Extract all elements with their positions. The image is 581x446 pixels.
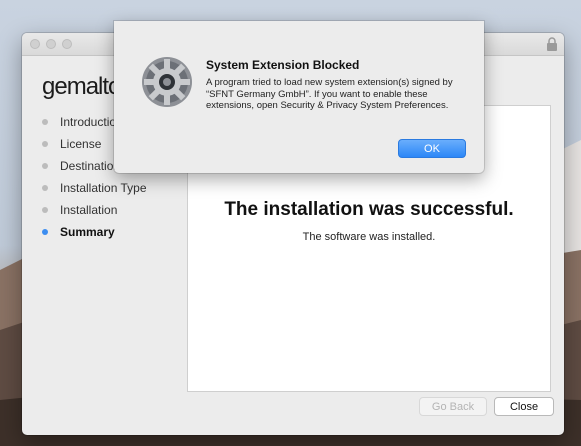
close-window-button[interactable]: [30, 39, 40, 49]
success-title: The installation was successful.: [224, 199, 514, 220]
step-dot-icon: [42, 119, 48, 125]
step-dot-icon: [42, 141, 48, 147]
alert-title: System Extension Blocked: [206, 58, 360, 72]
close-button[interactable]: Close: [494, 397, 554, 416]
go-back-button[interactable]: Go Back: [419, 397, 487, 416]
step-dot-icon: [42, 229, 48, 235]
step-summary: Summary: [42, 221, 157, 243]
step-dot-icon: [42, 163, 48, 169]
step-label: Summary: [60, 225, 115, 239]
ok-button[interactable]: OK: [398, 139, 466, 158]
step-dot-icon: [42, 185, 48, 191]
system-preferences-gear-icon: [142, 57, 192, 107]
system-extension-alert: System Extension Blocked A program tried…: [114, 21, 484, 173]
zoom-window-button[interactable]: [62, 39, 72, 49]
step-label: License: [60, 137, 102, 151]
vendor-logo: gemalto: [42, 73, 121, 100]
alert-message: A program tried to load new system exten…: [206, 77, 453, 111]
lock-icon: [547, 37, 557, 51]
success-subtitle: The software was installed.: [302, 231, 436, 243]
step-dot-icon: [42, 207, 48, 213]
step-installation-type: Installation Type: [42, 177, 157, 199]
step-label: Installation: [60, 203, 118, 217]
minimize-window-button[interactable]: [46, 39, 56, 49]
step-installation: Installation: [42, 199, 157, 221]
step-label: Installation Type: [60, 181, 147, 195]
